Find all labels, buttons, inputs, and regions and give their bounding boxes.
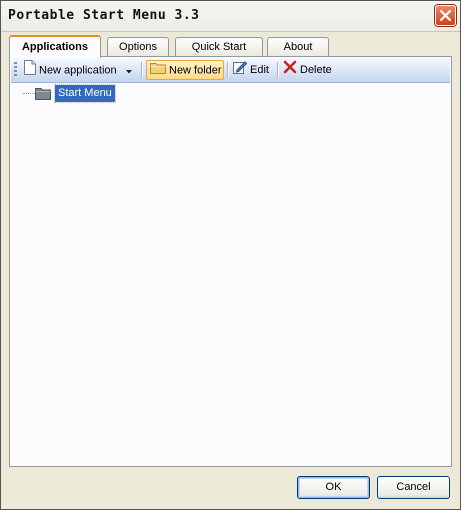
tab-options[interactable]: Options	[107, 37, 169, 57]
new-folder-button[interactable]: New folder	[146, 60, 224, 80]
window-title: Portable Start Menu 3.3	[8, 8, 200, 23]
toolbar-separator	[227, 62, 229, 78]
applications-panel: New application New folder Edit Delete S…	[9, 56, 452, 467]
tab-strip: Applications Options Quick Start About	[9, 35, 452, 58]
folder-icon	[150, 61, 166, 80]
tree-node-label[interactable]: Start Menu	[54, 84, 116, 103]
title-bar[interactable]: Portable Start Menu 3.3	[1, 1, 460, 32]
tab-quick-start[interactable]: Quick Start	[175, 37, 263, 57]
start-menu-tree[interactable]: Start Menu	[11, 83, 450, 465]
cancel-button[interactable]: Cancel	[377, 476, 450, 499]
new-application-icon	[24, 60, 36, 81]
delete-icon	[283, 60, 297, 80]
close-icon	[439, 9, 452, 22]
dialog-window: Portable Start Menu 3.3 Applications Opt…	[0, 0, 461, 510]
dropdown-arrow-icon[interactable]	[125, 62, 132, 80]
new-folder-label: New folder	[169, 64, 222, 77]
toolbar: New application New folder Edit Delete	[11, 58, 450, 83]
edit-button[interactable]: Edit	[230, 60, 274, 80]
folder-icon	[35, 86, 51, 103]
ok-button[interactable]: OK	[297, 476, 370, 499]
toolbar-separator	[141, 62, 143, 78]
close-button[interactable]	[435, 5, 456, 26]
delete-label: Delete	[300, 64, 332, 76]
new-application-button[interactable]: New application	[21, 60, 137, 80]
toolbar-separator	[277, 62, 279, 78]
tab-applications[interactable]: Applications	[9, 35, 101, 58]
tab-about[interactable]: About	[267, 37, 329, 57]
new-application-label: New application	[39, 64, 117, 77]
edit-label: Edit	[250, 64, 269, 76]
toolbar-grip[interactable]	[14, 62, 17, 78]
delete-button[interactable]: Delete	[280, 60, 336, 80]
edit-icon	[233, 60, 248, 80]
